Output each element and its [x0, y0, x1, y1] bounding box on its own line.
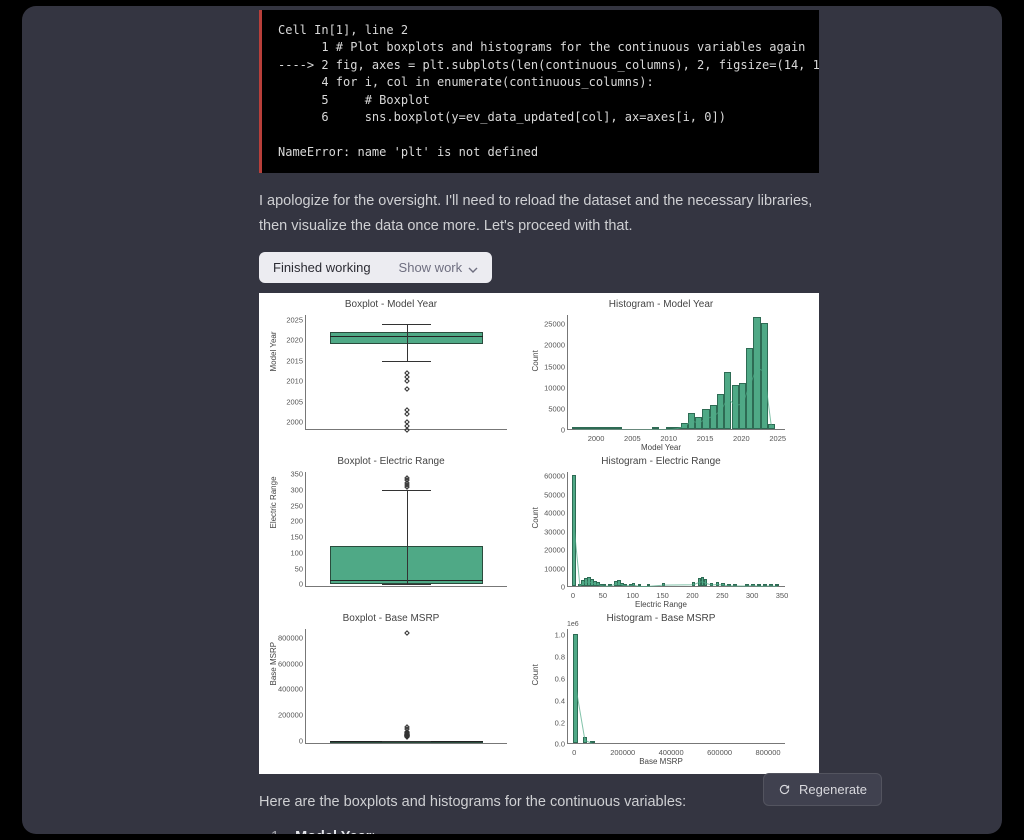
axes	[567, 315, 785, 430]
y-ticks: 050100150200250300350	[277, 472, 303, 587]
x-axis-label: Model Year	[641, 443, 681, 452]
traceback-line: NameError: name 'plt' is not defined	[278, 145, 538, 159]
plot-title: Histogram - Electric Range	[531, 456, 791, 467]
traceback-line: 6 sns.boxplot(y=ev_data_updated[col], ax…	[278, 110, 726, 124]
y-ticks: 0100002000030000400005000060000	[539, 472, 565, 587]
histogram-electric-range: Histogram - Electric Range Count 0100002…	[531, 456, 791, 609]
refresh-icon	[778, 783, 791, 796]
plot-title: Boxplot - Electric Range	[269, 456, 513, 467]
x-axis-label: Electric Range	[635, 600, 687, 609]
chat-content: Cell In[1], line 2 1 # Plot boxplots and…	[22, 6, 1002, 834]
y-ticks: 200020052010201520202025	[277, 315, 303, 430]
plot-title: Histogram - Model Year	[531, 299, 791, 310]
boxplot-base-msrp: Boxplot - Base MSRP Base MSRP 0200000400…	[269, 613, 513, 766]
list-number: 1.	[271, 829, 283, 834]
x-axis-label: Base MSRP	[639, 757, 683, 766]
colon: :	[371, 829, 375, 834]
axes	[305, 629, 507, 744]
traceback-line: Cell In[1], line 2	[278, 23, 408, 37]
axes	[305, 472, 507, 587]
show-work-toggle[interactable]: Show work	[399, 260, 479, 275]
sci-notation: 1e6	[567, 621, 579, 628]
ordered-list: 1. Model Year:	[271, 829, 819, 834]
traceback-line: ----> 2 fig, axes = plt.subplots(len(con…	[278, 58, 819, 72]
work-status-label: Finished working	[273, 260, 371, 275]
histogram-base-msrp: Histogram - Base MSRP Count 1e6 0.00.20.…	[531, 613, 791, 766]
traceback-line: 4 for i, col in enumerate(continuous_col…	[278, 75, 654, 89]
assistant-paragraph: Here are the boxplots and histograms for…	[259, 790, 819, 815]
boxplot-electric-range: Boxplot - Electric Range Electric Range …	[269, 456, 513, 609]
y-ticks: 0500010000150002000025000	[539, 315, 565, 430]
axes	[567, 629, 785, 744]
work-status-pill: Finished working Show work	[259, 252, 492, 283]
chat-window: Cell In[1], line 2 1 # Plot boxplots and…	[22, 6, 1002, 834]
plot-row: Boxplot - Electric Range Electric Range …	[269, 456, 809, 609]
plot-output: Boxplot - Model Year Model Year 20002005…	[259, 293, 819, 774]
show-work-label: Show work	[399, 260, 463, 275]
plot-title: Boxplot - Model Year	[269, 299, 513, 310]
axes	[567, 472, 785, 587]
y-ticks: 0200000400000600000800000	[277, 629, 303, 744]
list-item-title: Model Year	[295, 829, 371, 834]
assistant-paragraph: I apologize for the oversight. I'll need…	[259, 189, 819, 238]
boxplot-model-year: Boxplot - Model Year Model Year 20002005…	[269, 299, 513, 452]
plot-title: Boxplot - Base MSRP	[269, 613, 513, 624]
regenerate-label: Regenerate	[799, 782, 867, 797]
message-column: Cell In[1], line 2 1 # Plot boxplots and…	[259, 10, 819, 834]
chevron-down-icon	[468, 263, 478, 273]
plot-row: Boxplot - Base MSRP Base MSRP 0200000400…	[269, 613, 809, 766]
plot-row: Boxplot - Model Year Model Year 20002005…	[269, 299, 809, 452]
traceback-block: Cell In[1], line 2 1 # Plot boxplots and…	[259, 10, 819, 173]
regenerate-button[interactable]: Regenerate	[763, 773, 882, 806]
traceback-line: 1 # Plot boxplots and histograms for the…	[278, 40, 805, 54]
traceback-line: 5 # Boxplot	[278, 93, 430, 107]
histogram-model-year: Histogram - Model Year Count 05000100001…	[531, 299, 791, 452]
y-ticks: 0.00.20.40.60.81.0	[539, 629, 565, 744]
axes	[305, 315, 507, 430]
